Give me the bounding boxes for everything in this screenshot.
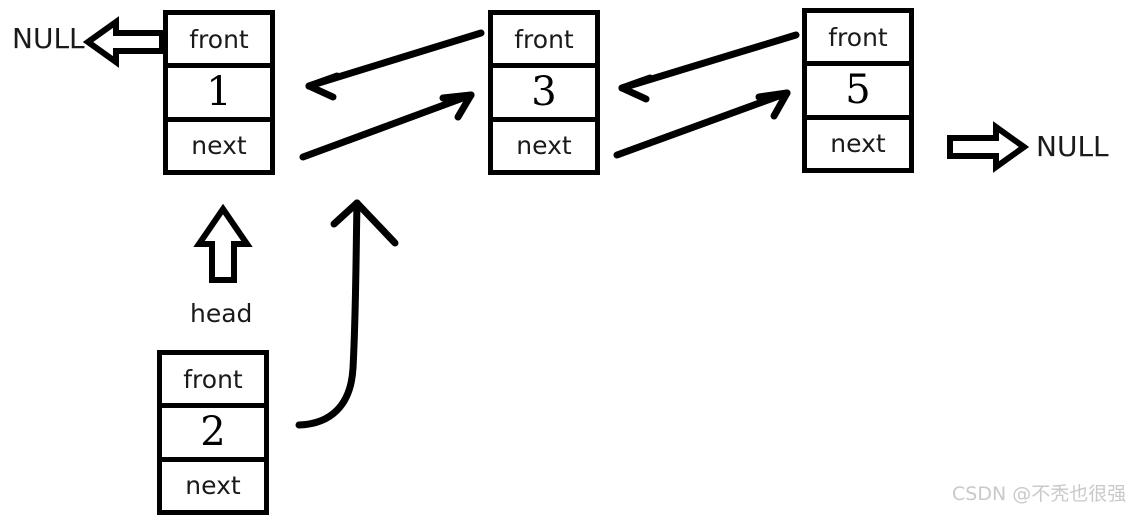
node-2-front-cell: front bbox=[493, 15, 595, 69]
diagram-canvas: front 1 next front 3 next front 5 next f… bbox=[0, 0, 1136, 521]
link-node2-to-node1-arrow bbox=[305, 29, 485, 101]
null-left-block-arrow-icon bbox=[82, 16, 165, 68]
list-node-new: front 2 next bbox=[157, 350, 269, 515]
null-label-left: NULL bbox=[12, 22, 85, 55]
node-2-next-label: next bbox=[516, 131, 572, 161]
node-new-value: 2 bbox=[200, 409, 226, 456]
node-2-value-cell: 3 bbox=[493, 68, 595, 122]
node-3-front-label: front bbox=[828, 22, 888, 52]
list-node-1: front 1 next bbox=[163, 10, 275, 175]
link-node1-to-node2-arrow bbox=[299, 91, 475, 161]
link-node2-to-node3-arrow bbox=[613, 89, 791, 159]
node-new-front-cell: front bbox=[162, 355, 264, 409]
head-pointer-label: head bbox=[190, 299, 253, 328]
node-3-value: 5 bbox=[845, 67, 871, 114]
csdn-watermark: CSDN @不秃也很强 bbox=[952, 483, 1127, 505]
node-2-next-cell: next bbox=[493, 121, 595, 170]
node-3-value-cell: 5 bbox=[807, 66, 909, 120]
head-pointer-block-arrow-icon bbox=[193, 203, 253, 283]
node-3-next-label: next bbox=[830, 129, 886, 159]
node-2-value: 3 bbox=[531, 69, 557, 116]
node-2-front-label: front bbox=[514, 24, 574, 54]
node-new-value-cell: 2 bbox=[162, 408, 264, 462]
node-1-front-label: front bbox=[189, 24, 249, 54]
node-1-next-label: next bbox=[191, 131, 247, 161]
node-1-value: 1 bbox=[206, 69, 232, 116]
list-node-3: front 5 next bbox=[802, 8, 914, 173]
node-new-next-cell: next bbox=[162, 461, 264, 510]
list-node-2: front 3 next bbox=[488, 10, 600, 175]
link-new-node-insert-arrow bbox=[295, 199, 399, 429]
null-label-right: NULL bbox=[1036, 130, 1109, 163]
node-3-front-cell: front bbox=[807, 13, 909, 67]
node-1-next-cell: next bbox=[168, 121, 270, 170]
node-3-next-cell: next bbox=[807, 119, 909, 168]
node-1-value-cell: 1 bbox=[168, 68, 270, 122]
link-node3-to-node2-arrow bbox=[618, 31, 800, 103]
node-1-front-cell: front bbox=[168, 15, 270, 69]
null-right-block-arrow-icon bbox=[947, 121, 1030, 173]
node-new-front-label: front bbox=[183, 364, 243, 394]
node-new-next-label: next bbox=[185, 471, 241, 501]
